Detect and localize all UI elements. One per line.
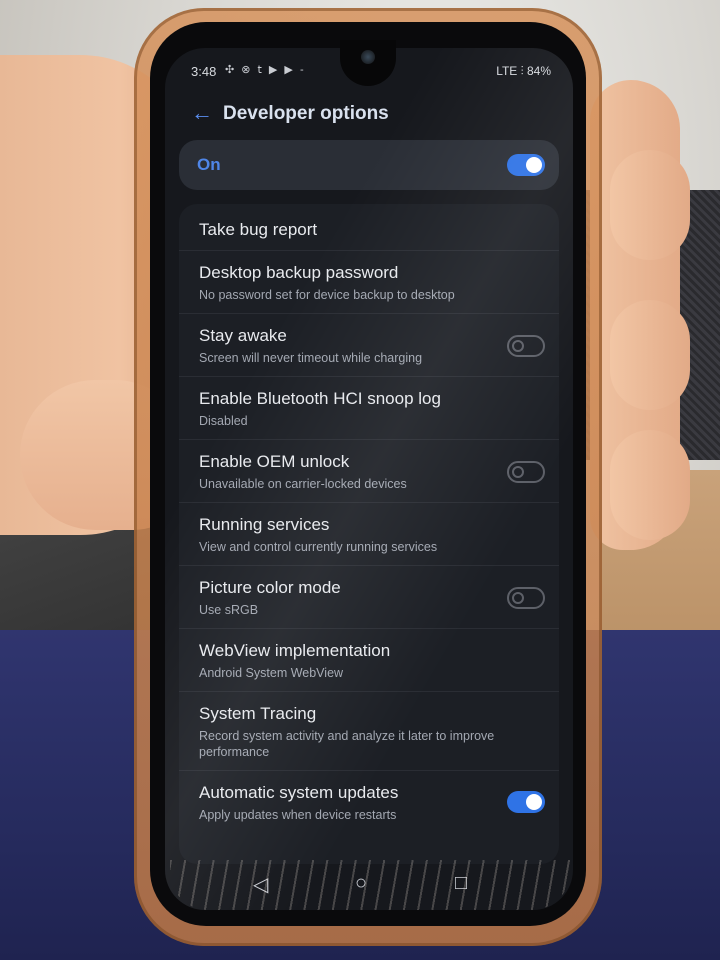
oem-unlock-switch[interactable] — [507, 461, 545, 483]
arrow-left-icon[interactable]: ← — [191, 100, 213, 126]
setting-subtitle: Screen will never timeout while charging — [199, 351, 423, 365]
nav-home-icon[interactable]: ○ — [355, 872, 367, 895]
setting-webview-implementation[interactable]: WebView implementation Android System We… — [179, 629, 559, 692]
setting-subtitle: Use sRGB — [199, 603, 259, 617]
picture-color-mode-switch[interactable] — [507, 587, 545, 609]
setting-title: WebView implementation — [199, 641, 391, 660]
setting-stay-awake[interactable]: Stay awake Screen will never timeout whi… — [179, 314, 559, 377]
setting-running-services[interactable]: Running services View and control curren… — [179, 503, 559, 566]
setting-title: Running services — [199, 515, 330, 534]
setting-title: Stay awake — [199, 326, 287, 345]
setting-enable-oem-unlock[interactable]: Enable OEM unlock Unavailable on carrier… — [179, 440, 559, 503]
setting-desktop-backup-password[interactable]: Desktop backup password No password set … — [179, 251, 559, 314]
phone-screen: 3:48 ✣ ⊗ 𝗍 ▶ ▶ - LTE ⫶ 84% ← Developer o… — [165, 48, 573, 910]
setting-bluetooth-hci-snoop-log[interactable]: Enable Bluetooth HCI snoop log Disabled — [179, 377, 559, 440]
right-finger — [610, 150, 690, 260]
master-toggle-label: On — [197, 155, 221, 174]
developer-options-master-toggle[interactable]: On — [179, 140, 559, 190]
nav-back-icon[interactable]: ◁ — [253, 872, 268, 897]
setting-title: System Tracing — [199, 704, 317, 723]
right-finger — [610, 300, 690, 410]
setting-title: Automatic system updates — [199, 783, 399, 802]
setting-title: Desktop backup password — [199, 263, 399, 282]
setting-subtitle: No password set for device backup to des… — [199, 288, 455, 302]
setting-title: Picture color mode — [199, 578, 341, 597]
app-header: ← Developer options — [165, 98, 573, 134]
front-camera — [361, 50, 375, 64]
setting-subtitle: Disabled — [199, 414, 248, 428]
nav-recents-icon[interactable]: □ — [455, 872, 467, 895]
setting-system-tracing[interactable]: System Tracing Record system activity an… — [179, 692, 559, 771]
setting-subtitle: Record system activity and analyze it la… — [199, 729, 495, 759]
auto-updates-switch[interactable] — [507, 791, 545, 813]
status-time: 3:48 — [191, 64, 217, 79]
setting-subtitle: Unavailable on carrier-locked devices — [199, 477, 407, 491]
settings-list: Take bug report Desktop backup password … — [179, 204, 559, 864]
setting-subtitle: Android System WebView — [199, 666, 344, 680]
setting-picture-color-mode[interactable]: Picture color mode Use sRGB — [179, 566, 559, 629]
navigation-bar: ◁ ○ □ — [165, 860, 573, 910]
setting-subtitle: Apply updates when device restarts — [199, 808, 397, 822]
setting-automatic-system-updates[interactable]: Automatic system updates Apply updates w… — [179, 771, 559, 833]
setting-title: Enable OEM unlock — [199, 452, 350, 471]
master-switch[interactable] — [507, 154, 545, 176]
page-title: Developer options — [223, 103, 389, 124]
setting-subtitle: View and control currently running servi… — [199, 540, 438, 554]
right-finger — [610, 430, 690, 540]
status-right-icons: LTE ⫶ 84% — [496, 64, 551, 78]
stay-awake-switch[interactable] — [507, 335, 545, 357]
setting-title: Take bug report — [199, 220, 318, 239]
notification-icons: ✣ ⊗ 𝗍 ▶ ▶ - — [225, 64, 306, 76]
setting-title: Enable Bluetooth HCI snoop log — [199, 389, 441, 408]
setting-take-bug-report[interactable]: Take bug report — [179, 204, 559, 251]
